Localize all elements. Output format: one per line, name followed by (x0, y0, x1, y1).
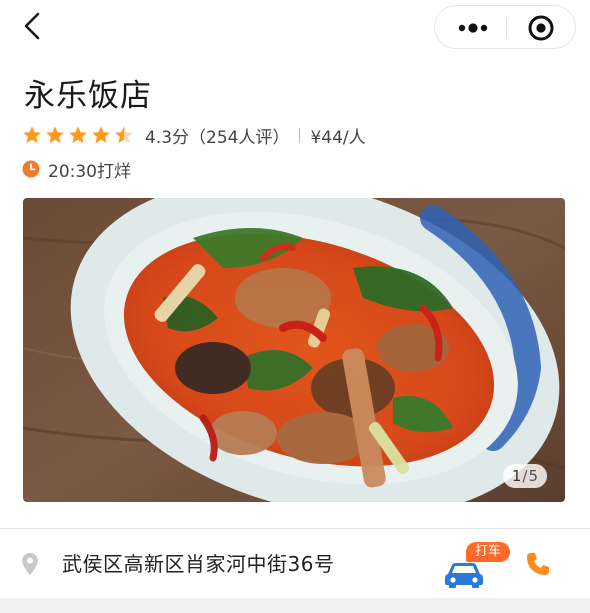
taxi-badge: 打车 (466, 542, 510, 562)
business-hours-row: 20:30打烊 (22, 156, 131, 182)
star-icon (92, 126, 110, 143)
more-button[interactable] (445, 10, 501, 46)
capsule-divider (506, 17, 507, 39)
dish-photo (23, 198, 565, 502)
restaurant-name: 永乐饭店 (24, 78, 152, 114)
mini-program-capsule (434, 5, 576, 49)
gallery-total-pages: 5 (528, 467, 538, 485)
rating-row: 4.3分（254人评） ¥44/人 (22, 122, 366, 148)
rating-score: 4.3分（254人评） (145, 127, 290, 148)
price-per-person: ¥44/人 (310, 127, 366, 148)
star-icon (46, 126, 64, 143)
address-row[interactable]: 武侯区高新区肖家河中街36号 打车 (0, 530, 590, 598)
taxi-button[interactable]: 打车 (444, 542, 510, 590)
back-button[interactable] (18, 10, 50, 42)
target-circle-icon (528, 15, 554, 41)
address-text: 武侯区高新区肖家河中街36号 (62, 552, 335, 576)
location-pin-icon (22, 553, 38, 575)
gallery-pager: 1 / 5 (502, 464, 547, 488)
rating-stars (22, 125, 137, 145)
phone-icon (527, 553, 549, 575)
closing-time: 20:30打烊 (48, 161, 131, 182)
gallery-current-page: 1 (511, 467, 522, 485)
bottom-spacer (0, 598, 590, 613)
chevron-left-icon (24, 12, 40, 40)
dish-photo-gallery[interactable]: 1 / 5 (23, 198, 565, 502)
more-dots-icon (458, 23, 488, 33)
close-button[interactable] (521, 11, 561, 45)
car-icon (445, 563, 483, 588)
clock-icon (22, 160, 40, 178)
gallery-pager-separator: / (522, 467, 528, 485)
section-divider (0, 528, 590, 529)
rating-divider (299, 127, 301, 143)
top-bar (0, 0, 590, 56)
star-icon (69, 126, 87, 143)
half-star-icon (115, 126, 133, 143)
call-button[interactable] (524, 550, 552, 578)
star-icon (23, 126, 41, 143)
